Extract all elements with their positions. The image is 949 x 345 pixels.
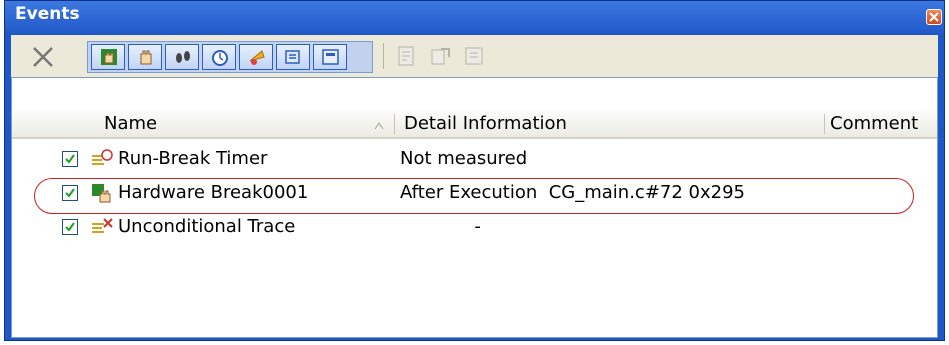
timer-event-icon bbox=[92, 149, 113, 165]
timer-filter-button[interactable] bbox=[202, 44, 236, 70]
trace-event-icon bbox=[92, 218, 113, 233]
delete-icon bbox=[33, 47, 53, 67]
view-icon bbox=[322, 49, 339, 65]
close-button[interactable] bbox=[926, 9, 942, 25]
sort-ascending-icon bbox=[374, 122, 384, 130]
event-type-filter-group bbox=[87, 41, 373, 73]
column-header-comment[interactable]: Comment bbox=[830, 110, 918, 137]
checkmark-icon bbox=[65, 222, 75, 232]
hardware-break-icon bbox=[101, 49, 117, 65]
events-panel: Events Name Detail Information Comment R… bbox=[4, 0, 945, 341]
software-break-icon bbox=[140, 50, 152, 65]
column-header: Name Detail Information Comment bbox=[12, 110, 937, 139]
highlight-annotation bbox=[34, 178, 914, 214]
other-events-icon bbox=[285, 50, 300, 64]
hardware-break-filter-button[interactable] bbox=[91, 44, 125, 70]
export-button[interactable] bbox=[429, 45, 455, 67]
software-break-filter-button[interactable] bbox=[128, 44, 162, 70]
column-header-name[interactable]: Name bbox=[104, 110, 157, 137]
other-events-filter-button[interactable] bbox=[276, 44, 310, 70]
checkmark-icon bbox=[65, 154, 75, 164]
edit-button[interactable] bbox=[395, 45, 421, 67]
delete-button[interactable] bbox=[31, 45, 55, 69]
timer-icon bbox=[212, 50, 228, 66]
toolbar-separator bbox=[383, 43, 384, 69]
event-detail: - bbox=[400, 216, 481, 237]
panel-title: Events bbox=[15, 4, 80, 24]
list-item[interactable]: Run-Break Timer Not measured bbox=[12, 142, 937, 176]
title-bar: Events bbox=[5, 1, 944, 35]
column-separator[interactable] bbox=[824, 114, 825, 134]
close-icon bbox=[929, 12, 939, 22]
event-name: Unconditional Trace bbox=[118, 216, 296, 237]
enable-checkbox[interactable] bbox=[62, 219, 78, 235]
import-icon bbox=[465, 47, 483, 65]
trace-filter-button[interactable] bbox=[165, 44, 199, 70]
trace-icon bbox=[176, 51, 190, 63]
event-detail: Not measured bbox=[400, 148, 528, 169]
column-separator[interactable] bbox=[394, 114, 395, 134]
toolbar bbox=[11, 35, 938, 77]
action-event-icon bbox=[249, 50, 265, 65]
edit-icon bbox=[398, 46, 414, 66]
list-item[interactable]: Unconditional Trace - bbox=[12, 210, 937, 244]
column-header-detail[interactable]: Detail Information bbox=[404, 110, 567, 137]
view-filter-button[interactable] bbox=[313, 44, 347, 70]
action-event-filter-button[interactable] bbox=[239, 44, 273, 70]
enable-checkbox[interactable] bbox=[62, 151, 78, 167]
import-button[interactable] bbox=[463, 45, 489, 67]
export-icon bbox=[431, 48, 450, 65]
event-name: Run-Break Timer bbox=[118, 148, 268, 169]
